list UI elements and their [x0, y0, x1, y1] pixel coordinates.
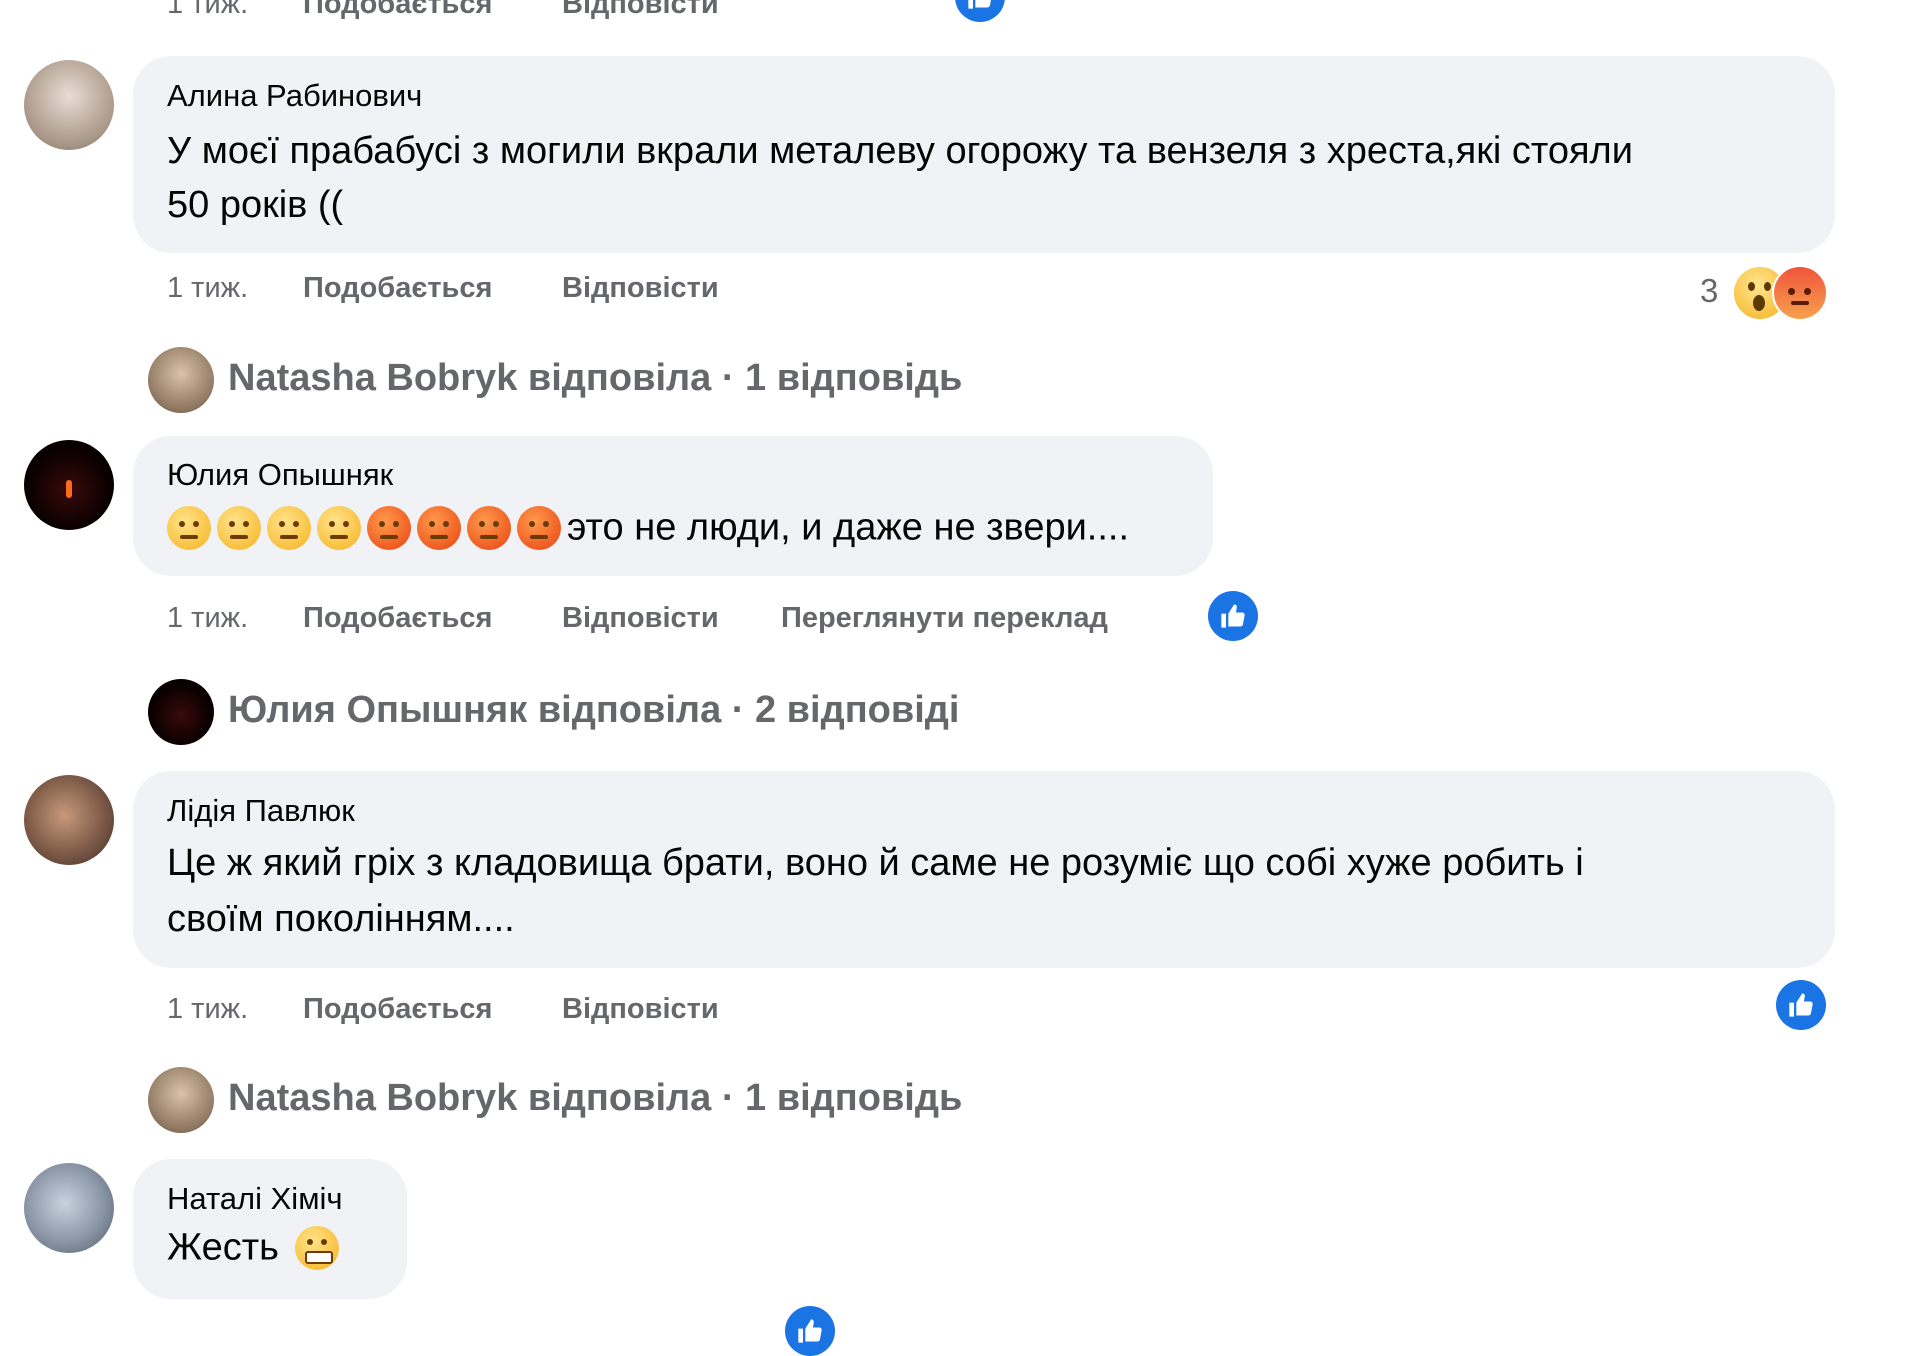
avatar[interactable]	[24, 775, 114, 865]
thumbs-up-icon	[1221, 604, 1245, 628]
like-link[interactable]: Подобається	[303, 993, 492, 1026]
comment-author[interactable]: Алина Рабинович	[167, 78, 422, 114]
hot-face-emoji	[167, 506, 211, 550]
like-reaction-badge[interactable]	[955, 0, 1005, 22]
reply-link[interactable]: Відповісти	[562, 272, 719, 305]
reaction-summary[interactable]: 3	[1700, 262, 1830, 321]
thumbs-up-icon	[798, 1319, 822, 1343]
thumbs-up-icon	[968, 0, 991, 9]
comment-text: Жесть	[167, 1226, 279, 1269]
comment-actions: 1 тиж. Подобається Відповісти	[167, 993, 767, 1033]
comment-actions-top: 1 тиж. Подобається Відповісти	[167, 0, 767, 28]
reply-avatar	[148, 347, 214, 413]
angry-face-emoji	[417, 506, 461, 550]
comment-text-line: Це ж який гріх з кладовища брати, воно й…	[167, 842, 1584, 884]
angry-face-emoji	[367, 506, 411, 550]
like-reaction-badge[interactable]	[785, 1306, 835, 1356]
view-replies-text: Natasha Bobryk відповіла · 1 відповідь	[228, 357, 963, 399]
comment-author[interactable]: Наталі Хіміч	[167, 1181, 343, 1217]
reply-link[interactable]: Відповісти	[562, 602, 719, 635]
comment-text: это не люди, и даже не звери....	[567, 506, 1130, 549]
angry-icon	[1772, 265, 1828, 321]
view-replies-text: Юлия Опышняк відповіла · 2 відповіді	[228, 689, 960, 731]
comment-time: 1 тиж.	[167, 0, 249, 20]
comment-time: 1 тиж.	[167, 993, 249, 1025]
like-link[interactable]: Подобається	[303, 602, 492, 635]
reply-avatar	[148, 679, 214, 745]
reaction-count: 3	[1700, 272, 1719, 309]
thumbs-up-icon	[1789, 993, 1813, 1017]
angry-face-emoji	[517, 506, 561, 550]
angry-face-emoji	[467, 506, 511, 550]
reply-link[interactable]: Відповісти	[562, 0, 719, 21]
comment-text-line: У моєї прабабусі з могили вкрали металев…	[167, 130, 1633, 172]
see-translation-link[interactable]: Переглянути переклад	[781, 602, 1108, 635]
hot-face-emoji	[317, 506, 361, 550]
comment-time: 1 тиж.	[167, 602, 249, 634]
reply-avatar	[148, 1067, 214, 1133]
comment-author[interactable]: Лідія Павлюк	[167, 793, 355, 829]
comment-time: 1 тиж.	[167, 272, 249, 304]
comment-text-line: своїм поколінням....	[167, 898, 515, 940]
avatar[interactable]	[24, 60, 114, 150]
like-reaction-badge[interactable]	[1208, 591, 1258, 641]
reply-link[interactable]: Відповісти	[562, 993, 719, 1026]
like-link[interactable]: Подобається	[303, 0, 492, 21]
like-link[interactable]: Подобається	[303, 272, 492, 305]
grimacing-face-emoji	[295, 1226, 340, 1270]
avatar[interactable]	[24, 1163, 114, 1253]
comment-actions: 1 тиж. Подобається Відповісти Переглянут…	[167, 602, 1167, 642]
avatar[interactable]	[24, 440, 114, 530]
view-replies-text: Natasha Bobryk відповіла · 1 відповідь	[228, 1077, 963, 1119]
hot-face-emoji	[217, 506, 261, 550]
view-replies-link[interactable]: Natasha Bobryk відповіла · 1 відповідь	[148, 1067, 1048, 1133]
view-replies-link[interactable]: Natasha Bobryk відповіла · 1 відповідь	[148, 347, 1048, 413]
comment-text-line: 50 років ((	[167, 184, 344, 226]
comment-author[interactable]: Юлия Опышняк	[167, 457, 393, 493]
view-replies-link[interactable]: Юлия Опышняк відповіла · 2 відповіді	[148, 679, 1048, 745]
hot-face-emoji	[267, 506, 311, 550]
comment-text-line: это не люди, и даже не звери....	[167, 506, 1129, 560]
comment-actions: 1 тиж. Подобається Відповісти	[167, 272, 767, 312]
like-reaction-badge[interactable]	[1776, 980, 1826, 1030]
comment-text-line: Жесть	[167, 1226, 340, 1280]
